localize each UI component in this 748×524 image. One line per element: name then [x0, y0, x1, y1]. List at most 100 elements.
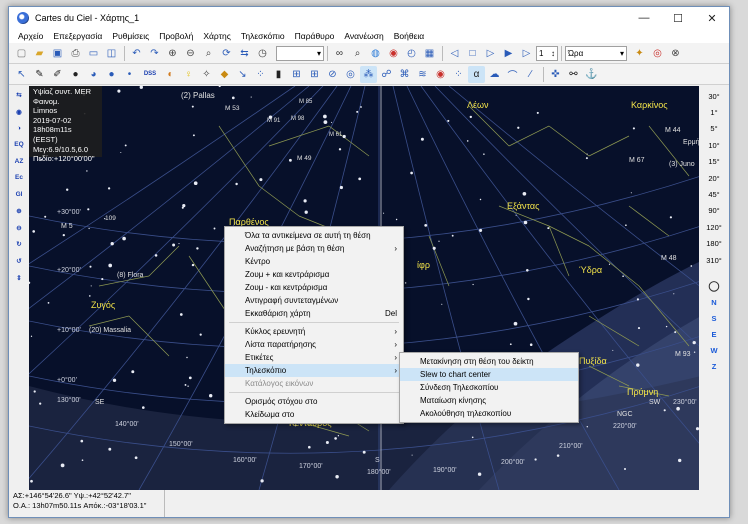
eq-button[interactable]: EQ — [11, 138, 27, 152]
menu-chart[interactable]: Χάρτης — [198, 31, 235, 41]
undo-icon[interactable]: ↶ — [128, 45, 145, 62]
direction-south[interactable]: S — [701, 310, 727, 326]
close-button[interactable]: ✕ — [695, 7, 729, 29]
zoom-in-icon[interactable]: ⊕ — [164, 45, 181, 62]
now-icon[interactable]: ▶ — [500, 45, 517, 62]
boundary-icon[interactable]: ▮ — [270, 66, 287, 83]
menu-refresh[interactable]: Ανανέωση — [339, 31, 388, 41]
ctx-item-all-objects[interactable]: Όλα τα αντικείμενα σε αυτή τη θέση — [225, 229, 403, 242]
fov-button[interactable]: 15° — [701, 154, 727, 170]
ecliptic-icon[interactable]: ⁘ — [450, 66, 467, 83]
crosshair-icon[interactable]: ✜ — [547, 66, 564, 83]
minimize-button[interactable]: — — [627, 7, 661, 29]
cluster-icon[interactable]: • — [121, 66, 138, 83]
fov-button[interactable]: 120° — [701, 219, 727, 235]
menu-telescope[interactable]: Τηλεσκόπιο — [236, 31, 290, 41]
zoom-out-icon[interactable]: ⊖ — [182, 45, 199, 62]
menu-file[interactable]: Αρχείο — [13, 31, 48, 41]
direction-west[interactable]: W — [701, 342, 727, 358]
menu-edit[interactable]: Επεξεργασία — [48, 31, 107, 41]
milky-way-icon[interactable]: ≋ — [414, 66, 431, 83]
sub-item-abort-slew[interactable]: Ματαίωση κίνησης — [400, 394, 578, 407]
pointer-icon[interactable]: ✦ — [631, 45, 648, 62]
menu-view[interactable]: Προβολή — [154, 31, 198, 41]
time-icon[interactable]: ◴ — [403, 45, 420, 62]
dss-button[interactable]: DSS — [139, 66, 161, 83]
location-icon[interactable]: ◉ — [385, 45, 402, 62]
galaxy-icon[interactable]: ● — [103, 66, 120, 83]
alpha-icon[interactable]: α — [468, 65, 485, 83]
time-unit-select[interactable]: Ώρα ▾ — [565, 45, 627, 61]
print-icon[interactable]: ⎙ — [67, 45, 84, 62]
projection-icon[interactable]: ◉ — [11, 105, 27, 119]
constellation-icon[interactable]: ⁂ — [360, 65, 377, 83]
fov-button[interactable]: 45° — [701, 186, 727, 202]
maximize-button[interactable]: ☐ — [661, 7, 695, 29]
ecliptic-button[interactable]: Ec — [11, 171, 27, 185]
ctx-item-lock-on[interactable]: Κλείδωμα στο — [225, 408, 403, 421]
ctx-item-telescope[interactable]: Τηλεσκόπιο › — [225, 364, 403, 377]
menu-window[interactable]: Παράθυρο — [290, 31, 340, 41]
label-icon[interactable]: ⌘ — [396, 66, 413, 83]
step-forward-icon[interactable]: ▷ — [482, 45, 499, 62]
ctx-item-finder-circle[interactable]: Κύκλος ερευνητή › — [225, 325, 403, 338]
fov-button[interactable]: 180° — [701, 236, 727, 252]
window-icon[interactable]: ▭ — [85, 45, 102, 62]
compass-icon[interactable]: ⊗ — [667, 45, 684, 62]
zoom-out-icon[interactable]: ⊖ — [11, 221, 27, 235]
sub-item-track-telescope[interactable]: Ακολούθηση τηλεσκοπίου — [400, 407, 578, 420]
flip-icon[interactable]: ⇆ — [236, 45, 253, 62]
az-button[interactable]: AZ — [11, 154, 27, 168]
scope-icon[interactable]: ⚯ — [565, 66, 582, 83]
dots-icon[interactable]: ⁘ — [252, 66, 269, 83]
direction-north[interactable]: N — [701, 294, 727, 310]
open-folder-icon[interactable]: ▰ — [31, 45, 48, 62]
all-sky-icon[interactable]: ◯ — [701, 278, 727, 294]
line-style-icon[interactable]: ⌒ — [504, 66, 521, 83]
az-grid-icon[interactable]: ⊞ — [306, 66, 323, 83]
ctx-item-zoom-out[interactable]: Ζουμ - και κεντράρισμα — [225, 281, 403, 294]
line-icon[interactable]: ↘ — [234, 66, 251, 83]
ctx-item-labels[interactable]: Ετικέτες › — [225, 351, 403, 364]
find-icon[interactable]: ⌕ — [200, 45, 217, 62]
target-icon[interactable]: ◎ — [649, 45, 666, 62]
planet-icon[interactable]: ◐ — [162, 66, 179, 83]
slash-icon[interactable]: ∕ — [522, 66, 539, 83]
fov-button[interactable]: 310° — [701, 252, 727, 268]
anchor-icon[interactable]: ⚓ — [583, 66, 600, 83]
rotate-ccw-icon[interactable]: ↺ — [11, 254, 27, 268]
flip-vertical-icon[interactable]: ⇕ — [11, 271, 27, 285]
galactic-button[interactable]: Gl — [11, 188, 27, 202]
play-icon[interactable]: ▷ — [518, 45, 535, 62]
step-back-icon[interactable]: ◁ — [446, 45, 463, 62]
rotate-cw-icon[interactable]: ↻ — [11, 237, 27, 251]
mode-icon[interactable]: ◑ — [11, 121, 27, 135]
tile-icon[interactable]: ◫ — [103, 45, 120, 62]
ring-icon[interactable]: ◎ — [342, 66, 359, 83]
step-value-field[interactable]: 1 ↕ — [536, 45, 558, 61]
ctx-item-set-target[interactable]: Ορισμός στόχου στο — [225, 395, 403, 408]
menu-help[interactable]: Βοήθεια — [389, 31, 429, 41]
fov-button[interactable]: 30° — [701, 88, 727, 104]
ctx-item-observing-list[interactable]: Λίστα παρατήρησης › — [225, 338, 403, 351]
select-icon[interactable]: ↖ — [13, 66, 30, 83]
direction-zenith[interactable]: Z — [701, 358, 727, 374]
new-chart-icon[interactable]: ▢ — [13, 45, 30, 62]
swap-icon[interactable]: ⇆ — [11, 88, 27, 102]
stars-icon[interactable]: ● — [67, 66, 84, 83]
ctx-item-clear-chart[interactable]: Εκκαθάριση χάρτη Del — [225, 307, 403, 320]
ctx-item-zoom-in[interactable]: Ζουμ + και κεντράρισμα — [225, 268, 403, 281]
globe-icon[interactable]: ◍ — [367, 45, 384, 62]
rotate-icon[interactable]: ⟳ — [218, 45, 235, 62]
ctx-item-copy-coords[interactable]: Αντιγραφή συντεταγμένων — [225, 294, 403, 307]
menu-settings[interactable]: Ρυθμίσεις — [107, 31, 154, 41]
horizon-icon[interactable]: ◉ — [432, 66, 449, 83]
sub-item-connect-telescope[interactable]: Σύνδεση Τηλεσκοπίου — [400, 381, 578, 394]
fov-button[interactable]: 1° — [701, 104, 727, 120]
redo-icon[interactable]: ↷ — [146, 45, 163, 62]
comet-icon[interactable]: ✧ — [198, 66, 215, 83]
telescope-icon[interactable]: ✐ — [49, 66, 66, 83]
fov-button[interactable]: 90° — [701, 203, 727, 219]
sub-item-slew-to-center[interactable]: Slew to chart center — [400, 368, 578, 381]
clock-icon[interactable]: ◷ — [254, 45, 271, 62]
